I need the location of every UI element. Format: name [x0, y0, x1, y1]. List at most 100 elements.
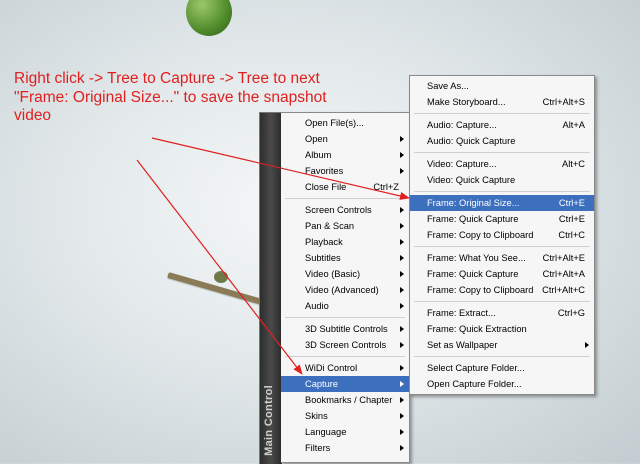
capture-menu-item-audio-quick-capture[interactable]: Audio: Quick Capture [410, 133, 594, 149]
capture-menu-item-shortcut: Ctrl+Alt+S [542, 97, 585, 107]
main-menu-item-audio[interactable]: Audio [281, 298, 409, 314]
capture-menu-item-shortcut: Alt+A [562, 120, 585, 130]
main-menu-item-screen-controls[interactable]: Screen Controls [281, 202, 409, 218]
main-menu-item-language[interactable]: Language [281, 424, 409, 440]
capture-menu-separator [414, 246, 590, 247]
capture-menu-item-open-capture-folder[interactable]: Open Capture Folder... [410, 376, 594, 392]
capture-menu-item-label: Frame: Original Size... [427, 198, 520, 208]
main-menu-separator [285, 198, 405, 199]
main-menu-separator [285, 317, 405, 318]
capture-menu-item-frame-quick-capture[interactable]: Frame: Quick Capture Ctrl+E [410, 211, 594, 227]
submenu-arrow-icon [400, 365, 404, 371]
main-menu-item-label: 3D Screen Controls [305, 340, 387, 350]
main-menu-item-label: Open File(s)... [305, 118, 364, 128]
capture-menu-item-label: Video: Capture... [427, 159, 497, 169]
capture-menu-separator [414, 113, 590, 114]
capture-menu-item-label: Frame: Quick Capture [427, 269, 519, 279]
main-menu-item-favorites[interactable]: Favorites [281, 163, 409, 179]
capture-menu-item-set-as-wallpaper[interactable]: Set as Wallpaper [410, 337, 594, 353]
submenu-arrow-icon [400, 223, 404, 229]
capture-menu-separator [414, 356, 590, 357]
capture-menu-item-video-capture[interactable]: Video: Capture... Alt+C [410, 156, 594, 172]
main-menu-item-label: 3D Subtitle Controls [305, 324, 388, 334]
capture-menu-item-label: Frame: Extract... [427, 308, 496, 318]
capture-menu-item-shortcut: Alt+C [562, 159, 585, 169]
submenu-arrow-icon [400, 303, 404, 309]
main-menu-item-label: Language [305, 427, 347, 437]
main-menu-item-video-advanced[interactable]: Video (Advanced) [281, 282, 409, 298]
capture-menu-item-shortcut: Ctrl+Alt+C [542, 285, 585, 295]
capture-menu-item-frame-quick-extraction[interactable]: Frame: Quick Extraction [410, 321, 594, 337]
capture-menu-item-audio-capture[interactable]: Audio: Capture... Alt+A [410, 117, 594, 133]
main-menu-item-open-file-s[interactable]: Open File(s)... [281, 115, 409, 131]
capture-menu-item-frame-quick-capture[interactable]: Frame: Quick Capture Ctrl+Alt+A [410, 266, 594, 282]
submenu-arrow-icon [400, 326, 404, 332]
capture-menu-item-label: Make Storyboard... [427, 97, 506, 107]
main-menu-item-skins[interactable]: Skins [281, 408, 409, 424]
background-stick-node-image [214, 271, 228, 283]
main-control-label: Main Control [263, 385, 275, 456]
capture-menu-item-save-as[interactable]: Save As... [410, 78, 594, 94]
main-menu-item-filters[interactable]: Filters [281, 440, 409, 456]
submenu-arrow-icon [400, 255, 404, 261]
main-menu-item-album[interactable]: Album [281, 147, 409, 163]
annotation-line-2: "Frame: Original Size..." to save the sn… [14, 88, 327, 106]
capture-menu-separator [414, 152, 590, 153]
capture-menu-item-frame-what-you-see[interactable]: Frame: What You See... Ctrl+Alt+E [410, 250, 594, 266]
main-control-sidebar: Main Control [259, 112, 282, 464]
capture-menu-item-label: Set as Wallpaper [427, 340, 498, 350]
main-menu-item-3d-screen-controls[interactable]: 3D Screen Controls [281, 337, 409, 353]
capture-menu-item-frame-extract[interactable]: Frame: Extract... Ctrl+G [410, 305, 594, 321]
main-menu-item-close-file[interactable]: Close File Ctrl+Z [281, 179, 409, 195]
submenu-arrow-icon [400, 152, 404, 158]
capture-menu-item-frame-copy-to-clipboard[interactable]: Frame: Copy to Clipboard Ctrl+Alt+C [410, 282, 594, 298]
submenu-arrow-icon [400, 239, 404, 245]
capture-menu-item-shortcut: Ctrl+Alt+A [542, 269, 585, 279]
submenu-arrow-icon [400, 136, 404, 142]
main-menu-item-shortcut: Ctrl+Z [373, 182, 399, 192]
capture-menu-item-select-capture-folder[interactable]: Select Capture Folder... [410, 360, 594, 376]
capture-menu-separator [414, 301, 590, 302]
main-menu-item-3d-subtitle-controls[interactable]: 3D Subtitle Controls [281, 321, 409, 337]
main-menu-item-label: Audio [305, 301, 329, 311]
capture-menu-item-shortcut: Ctrl+G [557, 308, 585, 318]
main-menu-item-label: Filters [305, 443, 331, 453]
capture-menu-item-label: Select Capture Folder... [427, 363, 525, 373]
capture-menu-item-shortcut: Ctrl+C [558, 230, 585, 240]
capture-menu-item-label: Frame: Quick Capture [427, 214, 519, 224]
submenu-arrow-icon [400, 381, 404, 387]
submenu-arrow-icon [400, 287, 404, 293]
submenu-arrow-icon [400, 429, 404, 435]
capture-menu-item-shortcut: Ctrl+Alt+E [542, 253, 585, 263]
main-menu-item-label: Playback [305, 237, 343, 247]
capture-menu-item-video-quick-capture[interactable]: Video: Quick Capture [410, 172, 594, 188]
capture-menu-item-frame-original-size[interactable]: Frame: Original Size... Ctrl+E [410, 195, 594, 211]
capture-menu-item-label: Open Capture Folder... [427, 379, 522, 389]
main-context-menu: Open File(s)... Open Album Favorites Close F… [281, 112, 410, 463]
submenu-arrow-icon [400, 397, 404, 403]
submenu-arrow-icon [400, 207, 404, 213]
submenu-arrow-icon [400, 342, 404, 348]
capture-menu-item-shortcut: Ctrl+E [558, 198, 585, 208]
main-menu-item-subtitles[interactable]: Subtitles [281, 250, 409, 266]
main-menu-item-label: Open [305, 134, 328, 144]
main-menu-item-bookmarks-chapter[interactable]: Bookmarks / Chapter [281, 392, 409, 408]
capture-menu-item-make-storyboard[interactable]: Make Storyboard... Ctrl+Alt+S [410, 94, 594, 110]
main-menu-item-label: Pan & Scan [305, 221, 355, 231]
capture-menu-item-label: Video: Quick Capture [427, 175, 516, 185]
main-menu-item-pan-scan[interactable]: Pan & Scan [281, 218, 409, 234]
main-menu-item-widi-control[interactable]: WiDi Control [281, 360, 409, 376]
main-menu-item-label: Screen Controls [305, 205, 372, 215]
capture-menu-item-frame-copy-to-clipboard[interactable]: Frame: Copy to Clipboard Ctrl+C [410, 227, 594, 243]
main-menu-item-open[interactable]: Open [281, 131, 409, 147]
main-menu-item-video-basic[interactable]: Video (Basic) [281, 266, 409, 282]
main-menu-item-label: Close File [305, 182, 347, 192]
main-menu-item-capture[interactable]: Capture [281, 376, 409, 392]
submenu-arrow-icon [585, 342, 589, 348]
main-menu-item-label: Bookmarks / Chapter [305, 395, 393, 405]
submenu-arrow-icon [400, 168, 404, 174]
background-fruit-image [186, 0, 232, 36]
main-menu-item-playback[interactable]: Playback [281, 234, 409, 250]
capture-menu-item-label: Frame: Copy to Clipboard [427, 285, 534, 295]
main-menu-item-label: WiDi Control [305, 363, 358, 373]
